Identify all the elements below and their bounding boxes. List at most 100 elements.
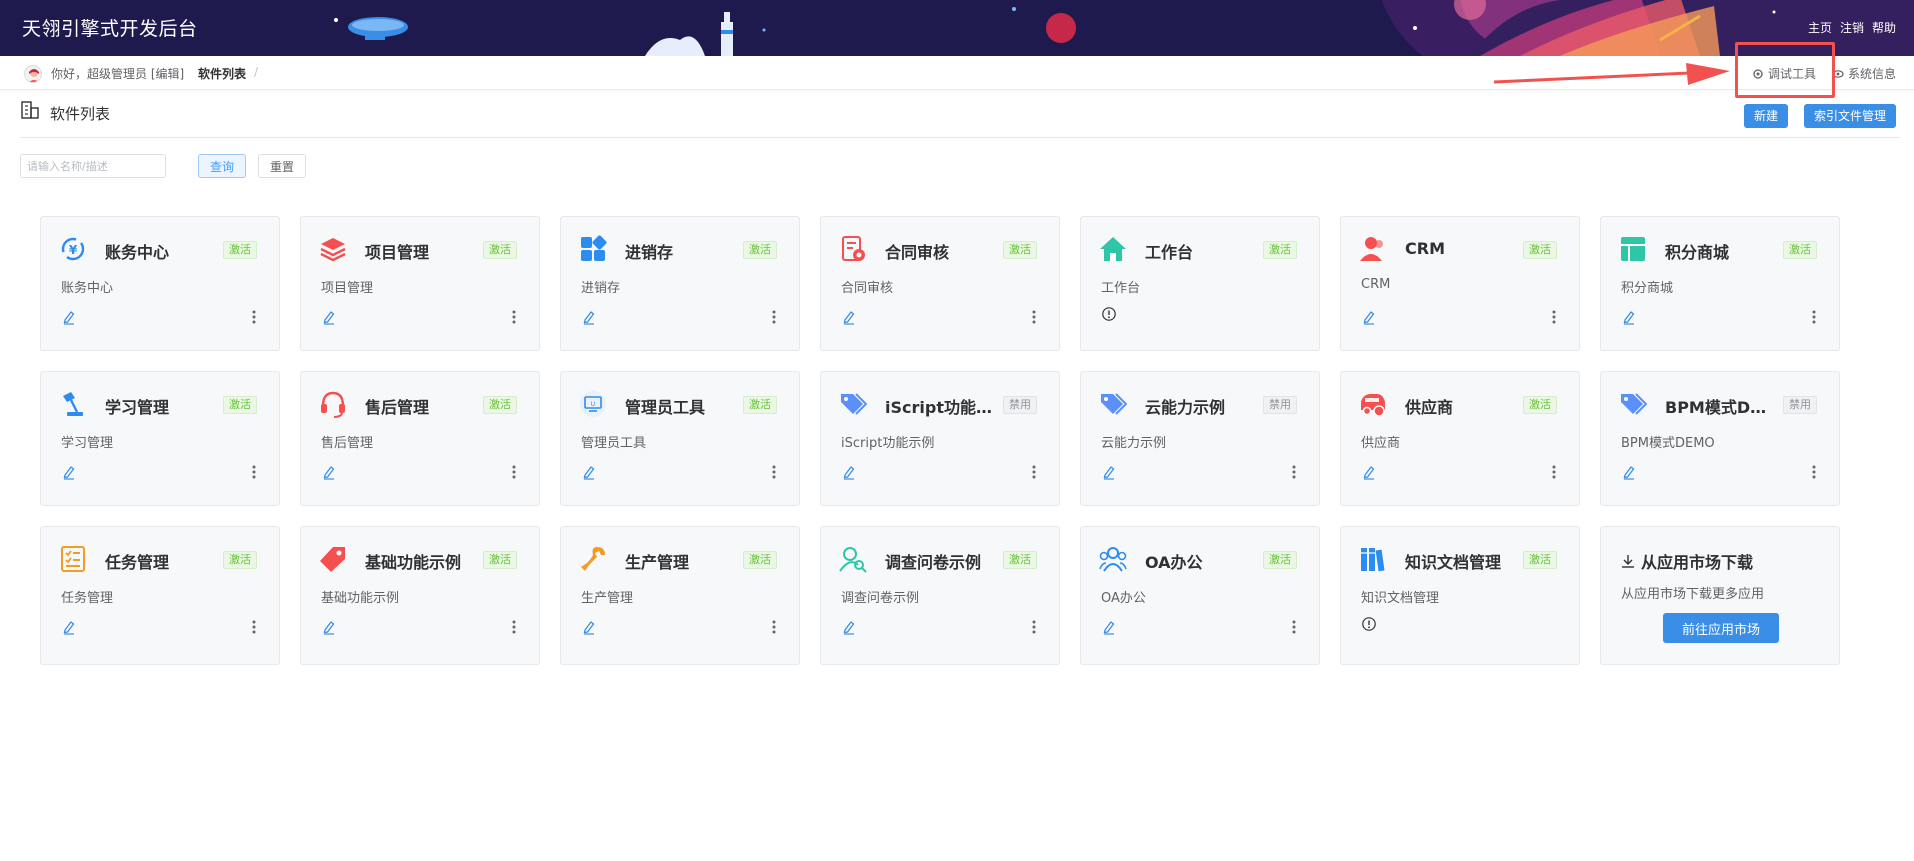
- app-edit-button[interactable]: [1621, 309, 1637, 325]
- app-more-button[interactable]: [1031, 464, 1037, 480]
- app-card[interactable]: OA办公 激活 OA办公: [1080, 526, 1320, 665]
- app-name[interactable]: 基础功能示例: [365, 549, 477, 573]
- index-file-manage-button[interactable]: 索引文件管理: [1804, 104, 1897, 128]
- app-card[interactable]: 进销存 激活 进销存: [560, 216, 800, 351]
- app-edit-button[interactable]: [61, 464, 77, 480]
- greeting-text[interactable]: 你好，超级管理员 [编辑]: [51, 65, 184, 82]
- app-more-button[interactable]: [511, 309, 517, 325]
- app-card[interactable]: 项目管理 激活 项目管理: [300, 216, 540, 351]
- avatar[interactable]: [24, 65, 42, 83]
- app-more-button[interactable]: [511, 619, 517, 635]
- app-more-button[interactable]: [1551, 464, 1557, 480]
- app-name[interactable]: 学习管理: [105, 394, 217, 418]
- app-card[interactable]: ¥ 账务中心 激活 账务中心: [40, 216, 280, 351]
- app-more-button[interactable]: [1031, 619, 1037, 635]
- app-name[interactable]: 项目管理: [365, 239, 477, 263]
- svg-text:U: U: [591, 401, 595, 408]
- avatar-icon: [29, 69, 39, 82]
- app-edit-button[interactable]: [1361, 309, 1377, 325]
- reset-button[interactable]: 重置: [258, 154, 306, 178]
- app-more-button[interactable]: [251, 619, 257, 635]
- app-card[interactable]: 云能力示例 禁用 云能力示例: [1080, 371, 1320, 506]
- nav-logout-link[interactable]: 注销: [1840, 19, 1864, 36]
- app-edit-button[interactable]: [581, 309, 597, 325]
- app-edit-button[interactable]: [841, 464, 857, 480]
- app-edit-button[interactable]: [841, 619, 857, 635]
- app-more-button[interactable]: [251, 309, 257, 325]
- go-to-market-button[interactable]: 前往应用市场: [1663, 613, 1779, 643]
- app-description: 生产管理: [581, 591, 634, 606]
- app-card[interactable]: CRM 激活 CRM: [1340, 216, 1580, 351]
- app-name[interactable]: 合同审核: [885, 239, 997, 263]
- app-edit-button[interactable]: [581, 464, 597, 480]
- app-more-button[interactable]: [511, 464, 517, 480]
- app-more-button[interactable]: [1031, 309, 1037, 325]
- app-name[interactable]: 账务中心: [105, 239, 217, 263]
- nav-help-link[interactable]: 帮助: [1872, 19, 1896, 36]
- app-name[interactable]: OA办公: [1145, 549, 1257, 573]
- app-name[interactable]: 工作台: [1145, 239, 1257, 263]
- app-name[interactable]: 管理员工具: [625, 394, 737, 418]
- app-more-button[interactable]: [251, 464, 257, 480]
- more-vertical-icon: [512, 620, 516, 634]
- app-card[interactable]: 学习管理 激活 学习管理: [40, 371, 280, 506]
- app-card[interactable]: 积分商城 激活 积分商城: [1600, 216, 1840, 351]
- app-card[interactable]: 基础功能示例 激活 基础功能示例: [300, 526, 540, 665]
- app-name[interactable]: 生产管理: [625, 549, 737, 573]
- app-edit-button[interactable]: [61, 619, 77, 635]
- app-card[interactable]: 售后管理 激活 售后管理: [300, 371, 540, 506]
- app-more-button[interactable]: [771, 309, 777, 325]
- app-more-button[interactable]: [771, 619, 777, 635]
- app-more-button[interactable]: [1291, 619, 1297, 635]
- app-card[interactable]: 生产管理 激活 生产管理: [560, 526, 800, 665]
- app-name[interactable]: 积分商城: [1665, 239, 1777, 263]
- app-edit-button[interactable]: [321, 464, 337, 480]
- app-card[interactable]: BPM模式DEMO 禁用 BPM模式DEMO: [1600, 371, 1840, 506]
- search-input[interactable]: [20, 154, 166, 178]
- app-edit-button[interactable]: [321, 619, 337, 635]
- app-name[interactable]: iScript功能示例: [885, 394, 997, 418]
- new-button[interactable]: 新建: [1744, 104, 1789, 128]
- app-name[interactable]: 云能力示例: [1145, 394, 1257, 418]
- app-edit-button[interactable]: [841, 309, 857, 325]
- app-edit-button[interactable]: [581, 619, 597, 635]
- app-card[interactable]: iScript功能示例 禁用 iScript功能示例: [820, 371, 1060, 506]
- more-vertical-icon: [512, 465, 516, 479]
- app-edit-button[interactable]: [61, 309, 77, 325]
- app-name[interactable]: 知识文档管理: [1405, 549, 1517, 573]
- app-name[interactable]: 售后管理: [365, 394, 477, 418]
- app-name[interactable]: 调查问卷示例: [885, 549, 997, 573]
- app-card[interactable]: 调查问卷示例 激活 调查问卷示例: [820, 526, 1060, 665]
- market-title: 从应用市场下载: [1621, 549, 1753, 573]
- app-more-button[interactable]: [1811, 464, 1817, 480]
- app-name[interactable]: 任务管理: [105, 549, 217, 573]
- app-edit-button[interactable]: [1101, 619, 1117, 635]
- app-info-button[interactable]: [1101, 306, 1117, 322]
- query-button[interactable]: 查询: [198, 154, 246, 178]
- app-card[interactable]: 合同审核 激活 合同审核: [820, 216, 1060, 351]
- app-edit-button[interactable]: [1101, 464, 1117, 480]
- edit-icon: [1623, 466, 1635, 480]
- app-more-button[interactable]: [771, 464, 777, 480]
- app-card[interactable]: 任务管理 激活 任务管理: [40, 526, 280, 665]
- app-card[interactable]: 知识文档管理 激活 知识文档管理: [1340, 526, 1580, 665]
- app-more-button[interactable]: [1811, 309, 1817, 325]
- system-info-button[interactable]: 系统信息: [1832, 65, 1896, 82]
- app-edit-button[interactable]: [321, 309, 337, 325]
- app-name[interactable]: CRM: [1405, 239, 1517, 258]
- nav-home-link[interactable]: 主页: [1808, 19, 1832, 36]
- app-more-button[interactable]: [1551, 309, 1557, 325]
- app-info-button[interactable]: [1361, 616, 1377, 632]
- app-card[interactable]: 供应商 激活 供应商: [1340, 371, 1580, 506]
- more-vertical-icon: [252, 465, 256, 479]
- app-card[interactable]: U 管理员工具 激活 管理员工具: [560, 371, 800, 506]
- app-more-button[interactable]: [1291, 464, 1297, 480]
- app-name[interactable]: BPM模式DEMO: [1665, 394, 1777, 418]
- status-badge: 激活: [223, 396, 257, 414]
- more-vertical-icon: [772, 620, 776, 634]
- app-name[interactable]: 供应商: [1405, 394, 1517, 418]
- app-edit-button[interactable]: [1621, 464, 1637, 480]
- app-name[interactable]: 进销存: [625, 239, 737, 263]
- app-card[interactable]: 工作台 激活 工作台: [1080, 216, 1320, 351]
- app-edit-button[interactable]: [1361, 464, 1377, 480]
